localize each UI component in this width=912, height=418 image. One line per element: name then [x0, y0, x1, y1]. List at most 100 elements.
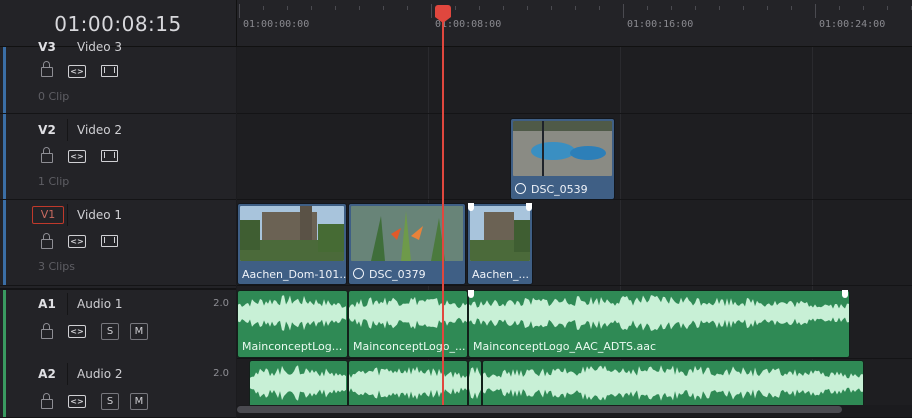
track-id[interactable]: V1 — [32, 206, 64, 224]
ruler-tick — [719, 6, 720, 10]
video-clip[interactable]: DSC_0379 — [348, 203, 466, 285]
film-icon[interactable] — [101, 150, 118, 162]
clip-count: 3 Clips — [38, 260, 76, 273]
film-icon[interactable] — [101, 235, 118, 247]
track-name[interactable]: Video 3 — [77, 40, 122, 54]
audio-waveform — [349, 366, 467, 400]
audio-clip[interactable]: MainconceptLogo_AAC_ADTS.aac — [468, 290, 850, 358]
ruler-tick — [647, 6, 648, 10]
audio-clip[interactable]: MainconceptLogo_... — [348, 290, 468, 358]
clip-name: Aachen_Dom-101... — [242, 268, 347, 281]
lock-icon[interactable] — [41, 393, 53, 409]
ruler-tick — [623, 4, 624, 18]
track-header-v1[interactable]: V1 Video 1 <> 3 Clips — [0, 200, 236, 286]
clip-thumbnail — [513, 121, 612, 176]
link-icon[interactable]: <> — [68, 65, 86, 78]
trim-handle[interactable] — [468, 290, 474, 298]
ruler-tick — [815, 4, 816, 18]
film-icon[interactable] — [101, 65, 118, 77]
link-icon[interactable]: <> — [68, 395, 86, 408]
speed-icon — [353, 268, 364, 279]
clip-name: MainconceptLog... — [242, 340, 343, 353]
lock-icon[interactable] — [41, 233, 53, 249]
audio-waveform — [483, 365, 863, 401]
video-clip[interactable]: DSC_0539 — [510, 118, 615, 200]
ruler-tick — [695, 6, 696, 10]
trim-handle[interactable] — [468, 203, 474, 211]
trim-handle[interactable] — [842, 290, 848, 298]
track-id: V2 — [38, 123, 56, 137]
solo-button[interactable]: S — [101, 323, 119, 340]
ruler-tick — [863, 6, 864, 10]
track-name[interactable]: Video 2 — [77, 123, 122, 137]
ruler-tick — [887, 6, 888, 10]
playhead[interactable] — [442, 14, 444, 417]
ruler-tick — [527, 6, 528, 10]
track-gain[interactable]: 2.0 — [213, 298, 229, 309]
track-id: V3 — [38, 40, 56, 54]
audio-clip[interactable]: MainconceptLog... — [237, 290, 348, 358]
playhead-marker — [435, 17, 451, 23]
audio-waveform — [469, 295, 849, 331]
track-color-strip — [3, 290, 6, 360]
clip-name: DSC_0539 — [515, 183, 588, 196]
ruler-tick — [743, 6, 744, 10]
ruler-tick — [479, 6, 480, 10]
ruler-label: 01:00:00:00 — [243, 19, 310, 30]
ruler-tick — [383, 6, 384, 10]
ruler-label: 01:00:16:00 — [627, 19, 694, 30]
ruler-tick — [575, 6, 576, 10]
ruler-tick — [503, 6, 504, 10]
track-id: A2 — [38, 367, 56, 381]
solo-button[interactable]: S — [101, 393, 119, 410]
link-icon[interactable]: <> — [68, 150, 86, 163]
track-header-a1[interactable]: A1 Audio 1 2.0 <> S M — [0, 288, 236, 361]
link-icon[interactable]: <> — [68, 235, 86, 248]
timecode-display[interactable]: 01:00:08:15 — [0, 12, 236, 36]
track-color-strip — [3, 360, 6, 417]
track-header-v2[interactable]: V2 Video 2 <> 1 Clip — [0, 114, 236, 200]
track-header-a2[interactable]: A2 Audio 2 2.0 <> S M — [0, 360, 236, 418]
timeline-ruler[interactable]: 01:00:00:00 01:00:08:00 01:00:16:00 01:0… — [236, 0, 912, 47]
audio-waveform — [250, 365, 346, 401]
trim-handle[interactable] — [526, 203, 532, 211]
ruler-tick — [431, 4, 432, 18]
lock-icon[interactable] — [41, 323, 53, 339]
ruler-tick — [287, 6, 288, 10]
link-icon[interactable]: <> — [68, 325, 86, 338]
ruler-tick — [671, 6, 672, 10]
clip-count: 1 Clip — [38, 175, 70, 188]
mute-button[interactable]: M — [130, 393, 148, 410]
track-color-strip — [3, 114, 6, 199]
clip-name: DSC_0379 — [353, 268, 426, 281]
track-name[interactable]: Video 1 — [77, 208, 122, 222]
track-name[interactable]: Audio 1 — [77, 297, 123, 311]
lock-icon[interactable] — [41, 147, 53, 163]
scrollbar-thumb[interactable] — [237, 406, 842, 413]
clip-thumbnail — [240, 206, 344, 261]
ruler-tick — [791, 6, 792, 10]
ruler-tick — [311, 6, 312, 10]
ruler-tick — [551, 6, 552, 10]
track-color-strip — [3, 200, 6, 285]
clip-name: MainconceptLogo_... — [353, 340, 466, 353]
video-clip[interactable]: Aachen_Dom-101... — [237, 203, 347, 285]
ruler-label: 01:00:24:00 — [819, 19, 886, 30]
track-gain[interactable]: 2.0 — [213, 368, 229, 379]
track-name[interactable]: Audio 2 — [77, 367, 123, 381]
track-header-v3[interactable]: V3 Video 3 <> 0 Clip — [0, 40, 236, 114]
clip-name: Aachen_... — [472, 268, 530, 281]
speed-icon — [515, 183, 526, 194]
audio-waveform — [238, 295, 346, 331]
ruler-tick — [407, 6, 408, 10]
track-id: A1 — [38, 297, 56, 311]
clip-name: MainconceptLogo_AAC_ADTS.aac — [473, 340, 657, 353]
lock-icon[interactable] — [41, 61, 53, 77]
mute-button[interactable]: M — [130, 323, 148, 340]
track-color-strip — [3, 47, 6, 113]
ruler-tick — [263, 6, 264, 10]
video-clip[interactable]: Aachen_... — [467, 203, 533, 285]
track-v3[interactable] — [237, 47, 912, 114]
playhead-handle[interactable] — [435, 5, 451, 17]
audio-waveform — [469, 367, 481, 399]
